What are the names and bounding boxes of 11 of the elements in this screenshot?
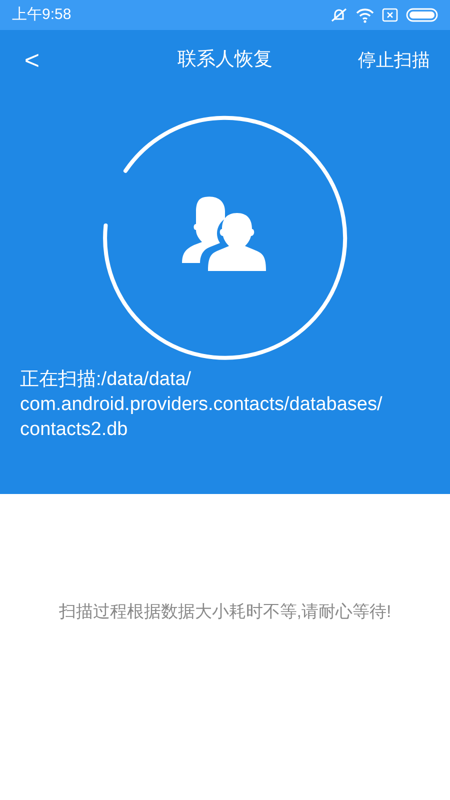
mute-icon [330, 7, 348, 23]
wifi-icon [356, 8, 374, 22]
clock: 上午9:58 [12, 4, 72, 25]
page-title: 联系人恢复 [178, 48, 272, 72]
battery-icon [406, 8, 438, 22]
stop-scan-button[interactable]: 停止扫描 [358, 46, 430, 74]
back-button[interactable]: < [20, 40, 44, 80]
wait-hint-text: 扫描过程根据数据大小耗时不等,请耐心等待! [58, 601, 392, 623]
contacts-icon [181, 195, 269, 273]
scan-path-text: 正在扫描:/data/data/com.android.providers.contacts/databases/contacts2.db [19, 368, 384, 442]
sim-icon [382, 8, 398, 22]
